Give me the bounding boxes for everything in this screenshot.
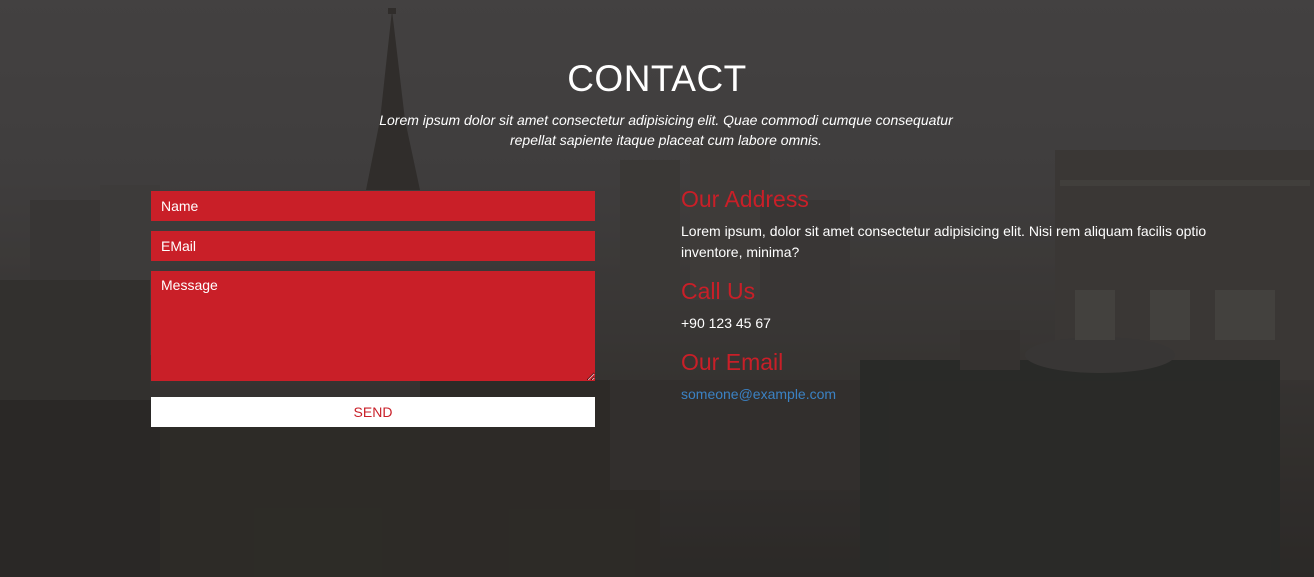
email-heading: Our Email [681,349,784,375]
message-textarea[interactable] [151,271,595,381]
address-text: Lorem ipsum, dolor sit amet consectetur … [681,223,1207,260]
section-title: CONTACT [567,58,747,99]
contact-content: CONTACT Lorem ipsum dolor sit amet conse… [0,0,1314,577]
contact-form: SEND [151,191,595,427]
contact-section: CONTACT Lorem ipsum dolor sit amet conse… [0,0,1314,577]
email-link[interactable]: someone@example.com [681,386,836,402]
address-heading: Our Address [681,186,809,212]
phone-number: +90 123 45 67 [681,315,771,331]
phone-heading: Call Us [681,278,756,304]
send-button[interactable]: SEND [151,397,595,427]
section-subtitle: Lorem ipsum dolor sit amet consectetur a… [379,112,953,148]
name-input[interactable] [151,191,595,221]
contact-info: Our Address Lorem ipsum, dolor sit amet … [681,185,1241,404]
email-input[interactable] [151,231,595,261]
